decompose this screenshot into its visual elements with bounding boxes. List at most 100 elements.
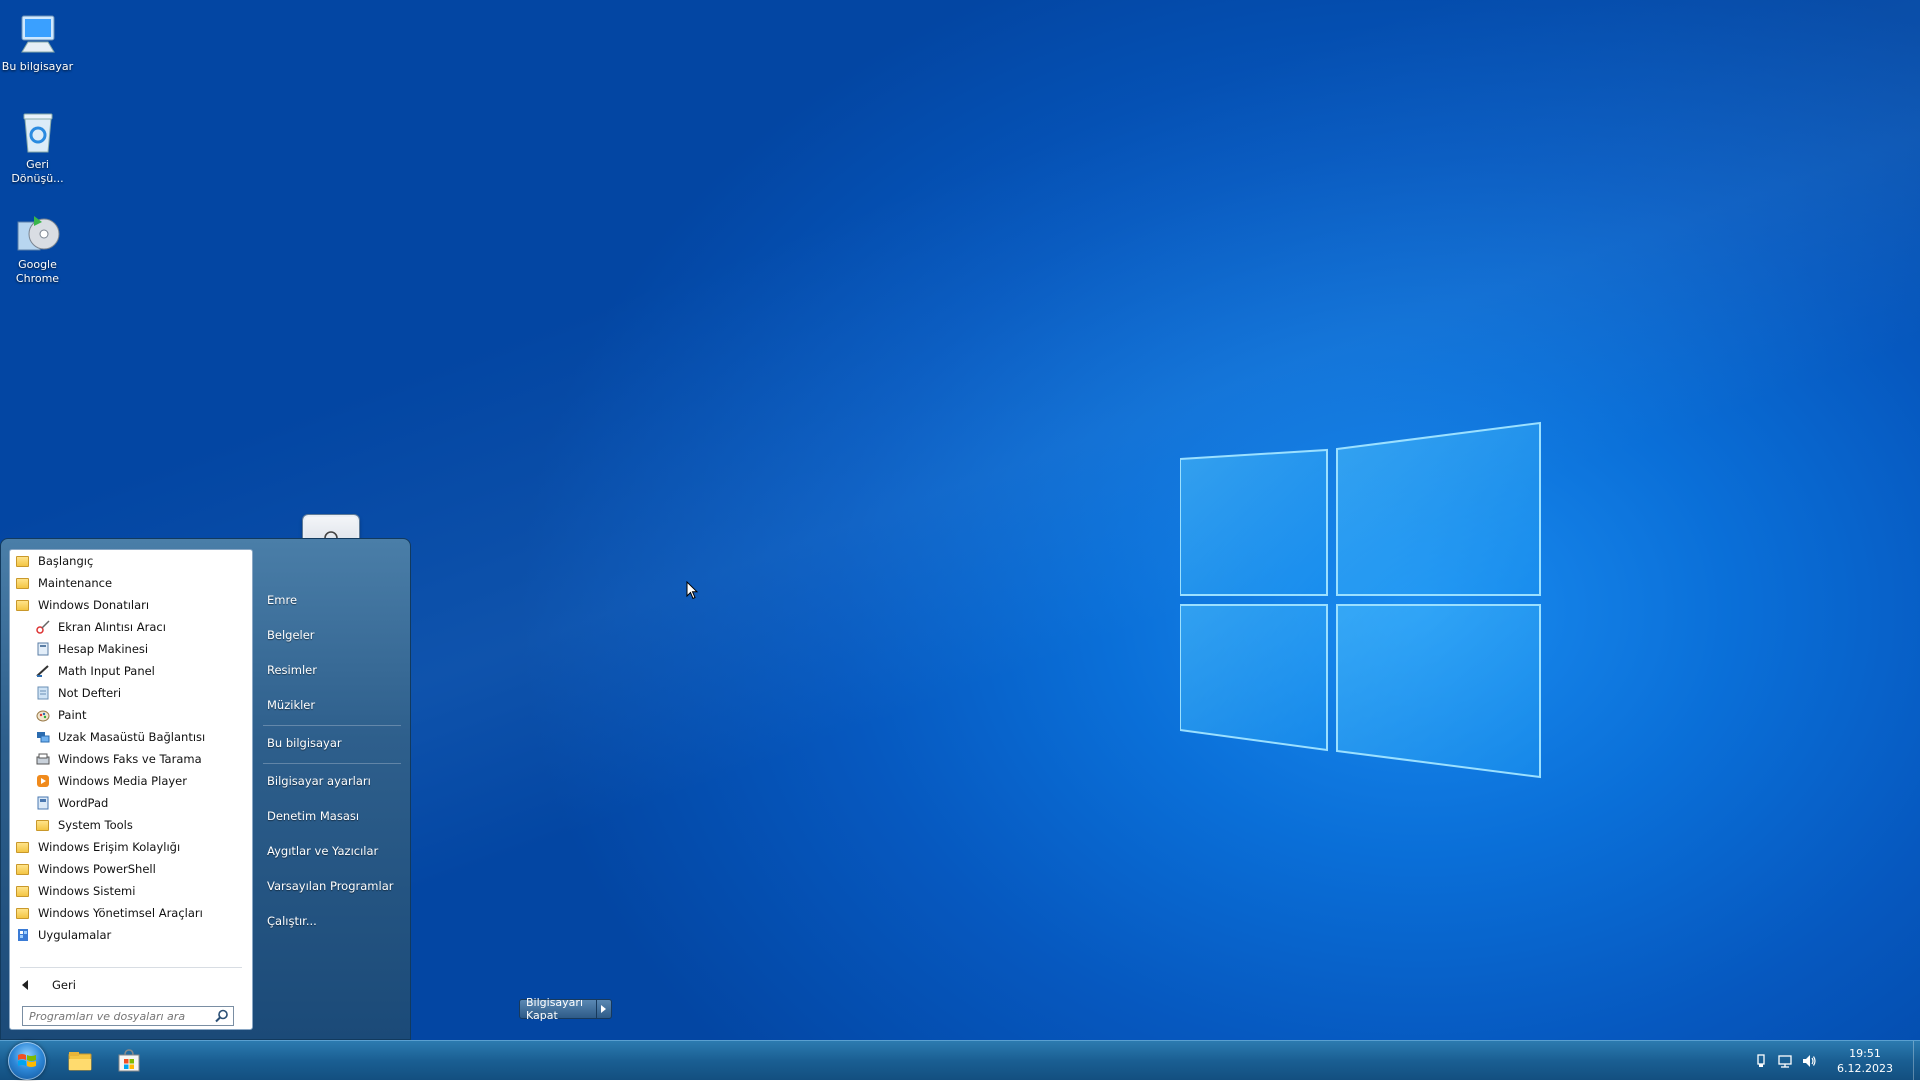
right-item-devices-printers[interactable]: Aygıtlar ve Yazıcılar	[267, 844, 378, 858]
program-item-label: Maintenance	[38, 576, 113, 590]
computer-icon	[20, 15, 55, 53]
show-desktop-button[interactable]	[1913, 1041, 1920, 1081]
shutdown-group: Bilgisayarı Kapat	[519, 996, 612, 1022]
recycle-bin-icon	[23, 113, 52, 153]
math-input-icon	[36, 665, 49, 677]
program-item-yonetimsel-araclari[interactable]: Windows Yönetimsel Araçları	[10, 902, 252, 924]
taskbar: 19:51 6.12.2023	[0, 1040, 1920, 1081]
program-item-calculator[interactable]: Hesap Makinesi	[10, 638, 252, 660]
program-item-windows-donatilari[interactable]: Windows Donatıları	[10, 594, 252, 616]
folder-icon	[36, 820, 49, 831]
right-item-this-pc[interactable]: Bu bilgisayar	[267, 736, 342, 750]
folder-icon	[16, 886, 29, 897]
chevron-right-icon	[601, 1005, 607, 1013]
paint-icon	[36, 710, 50, 722]
taskbar-clock[interactable]: 19:51 6.12.2023	[1831, 1046, 1899, 1076]
program-list: Başlangıç Maintenance Windows Donatıları…	[10, 550, 252, 946]
program-item-label: Math Input Panel	[58, 664, 155, 678]
folder-icon	[16, 556, 29, 567]
desktop-icon-recycle-bin[interactable]: Geri Dönüşü...	[0, 108, 75, 186]
divider	[20, 967, 242, 968]
program-item-label: Paint	[58, 708, 87, 722]
right-item-default-programs[interactable]: Varsayılan Programlar	[267, 879, 393, 893]
clock-date: 6.12.2023	[1837, 1062, 1893, 1075]
right-item-pc-settings[interactable]: Bilgisayar ayarları	[267, 774, 371, 788]
program-item-uygulamalar[interactable]: Uygulamalar	[10, 924, 252, 946]
program-item-label: Windows Media Player	[58, 774, 187, 788]
program-item-label: Windows Faks ve Tarama	[58, 752, 202, 766]
chrome-installer-icon	[17, 216, 59, 251]
fax-scan-icon	[36, 753, 50, 765]
windows-flag-icon	[18, 1054, 36, 1067]
program-item-wordpad[interactable]: WordPad	[10, 792, 252, 814]
start-button[interactable]	[8, 1042, 46, 1080]
windows-logo-wallpaper	[1180, 421, 1541, 779]
snipping-tool-icon	[36, 620, 50, 634]
divider	[263, 725, 401, 726]
program-item-windows-sistemi[interactable]: Windows Sistemi	[10, 880, 252, 902]
apps-icon	[18, 929, 28, 941]
folder-icon	[16, 578, 29, 589]
program-item-snipping-tool[interactable]: Ekran Alıntısı Aracı	[10, 616, 252, 638]
desktop-icon-label: Geri Dönüşü...	[11, 158, 64, 185]
right-item-music[interactable]: Müzikler	[267, 698, 315, 712]
program-item-system-tools[interactable]: System Tools	[10, 814, 252, 836]
desktop-icon-this-pc[interactable]: Bu bilgisayar	[0, 10, 75, 74]
folder-icon	[16, 600, 29, 611]
desktop-icon-label: Bu bilgisayar	[1, 60, 74, 73]
right-item-run[interactable]: Çalıştır...	[267, 914, 317, 928]
program-item-label: Windows Yönetimsel Araçları	[38, 906, 203, 920]
start-search-input[interactable]	[23, 1008, 214, 1024]
usb-icon[interactable]	[1753, 1053, 1769, 1069]
desktop-icon-google-chrome[interactable]: Google Chrome	[0, 208, 75, 286]
program-item-math-input-panel[interactable]: Math Input Panel	[10, 660, 252, 682]
program-item-fax-scan[interactable]: Windows Faks ve Tarama	[10, 748, 252, 770]
folder-icon	[16, 864, 29, 875]
store-icon[interactable]	[115, 1047, 143, 1075]
folder-icon	[16, 842, 29, 853]
program-item-label: Not Defteri	[58, 686, 122, 700]
system-tray: 19:51 6.12.2023	[1753, 1041, 1920, 1081]
right-item-pictures[interactable]: Resimler	[267, 663, 317, 677]
media-player-icon	[37, 775, 49, 787]
program-item-notepad[interactable]: Not Defteri	[10, 682, 252, 704]
mouse-cursor-icon	[686, 581, 698, 600]
clock-time: 19:51	[1849, 1047, 1881, 1060]
folder-explorer-icon[interactable]	[66, 1047, 94, 1075]
right-item-documents[interactable]: Belgeler	[267, 628, 315, 642]
program-item-label: Ekran Alıntısı Aracı	[58, 620, 166, 634]
divider	[263, 763, 401, 764]
program-item-label: Uygulamalar	[38, 928, 112, 942]
program-item-label: Hesap Makinesi	[58, 642, 149, 656]
right-item-user-folder[interactable]: Emre	[267, 593, 297, 607]
program-item-paint[interactable]: Paint	[10, 704, 252, 726]
program-item-label: Başlangıç	[38, 554, 94, 568]
notepad-icon	[37, 686, 49, 700]
program-item-maintenance[interactable]: Maintenance	[10, 572, 252, 594]
start-menu: Başlangıç Maintenance Windows Donatıları…	[0, 538, 612, 1040]
search-icon[interactable]	[214, 1008, 230, 1024]
program-item-media-player[interactable]: Windows Media Player	[10, 770, 252, 792]
program-item-erisim-kolayligi[interactable]: Windows Erişim Kolaylığı	[10, 836, 252, 858]
volume-icon[interactable]	[1801, 1053, 1817, 1069]
back-arrow-icon	[22, 980, 28, 990]
desktop-icon-label: Google Chrome	[15, 258, 60, 285]
right-item-control-panel[interactable]: Denetim Masası	[267, 809, 359, 823]
start-menu-program-pane: Başlangıç Maintenance Windows Donatıları…	[9, 549, 253, 1030]
folder-icon	[16, 908, 29, 919]
shutdown-options-button[interactable]	[596, 999, 612, 1019]
program-item-baslangic[interactable]: Başlangıç	[10, 550, 252, 572]
network-icon[interactable]	[1777, 1053, 1793, 1069]
program-item-powershell[interactable]: Windows PowerShell	[10, 858, 252, 880]
program-item-label: Uzak Masaüstü Bağlantısı	[58, 730, 206, 744]
remote-desktop-icon	[37, 732, 50, 743]
start-menu-places-pane: Emre Belgeler Resimler Müzikler Bu bilgi…	[259, 539, 612, 1039]
program-item-remote-desktop[interactable]: Uzak Masaüstü Bağlantısı	[10, 726, 252, 748]
back-button[interactable]: Geri	[10, 972, 252, 998]
calculator-icon	[37, 642, 49, 656]
program-item-label: Windows Sistemi	[38, 884, 136, 898]
back-label: Geri	[52, 978, 76, 992]
start-search-box[interactable]	[22, 1006, 234, 1026]
program-item-label: System Tools	[58, 818, 133, 832]
shutdown-button[interactable]: Bilgisayarı Kapat	[519, 996, 597, 1022]
